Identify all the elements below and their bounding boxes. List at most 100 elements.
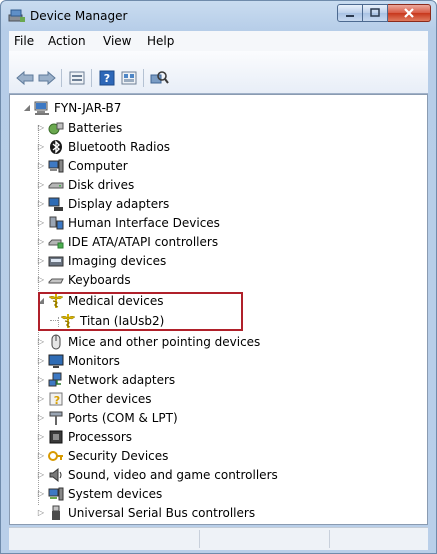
battery-icon (48, 120, 64, 136)
forward-arrow-icon[interactable] (37, 69, 57, 87)
tree-item-display-adapters[interactable]: ▷ Display adapters (36, 194, 169, 213)
help-icon[interactable]: ? (97, 69, 117, 87)
tree-item-label: Keyboards (68, 272, 131, 287)
maximize-icon (370, 8, 380, 17)
tree-item-disk-drives[interactable]: ▷ Disk drives (36, 175, 134, 194)
menu-bar: File Action View Help (9, 31, 428, 51)
expand-arrow-icon[interactable]: ▷ (36, 394, 46, 404)
tree-item-keyboards[interactable]: ▷ Keyboards (36, 270, 131, 289)
tree-item-computer[interactable]: ▷ Computer (36, 156, 128, 175)
expand-arrow-icon[interactable]: ▷ (36, 161, 46, 171)
collapse-arrow-icon[interactable]: ◢ (22, 103, 32, 113)
usb-icon (48, 505, 64, 521)
close-button[interactable] (388, 4, 431, 22)
menu-view[interactable]: View (103, 34, 131, 48)
title-bar[interactable]: Device Manager (1, 1, 436, 31)
tree-item-processors[interactable]: ▷ Processors (36, 427, 132, 446)
medical-devices-highlight (38, 292, 243, 331)
expand-arrow-icon[interactable]: ▷ (36, 256, 46, 266)
tree-item-label: Other devices (68, 391, 152, 406)
expand-arrow-icon[interactable]: ▷ (36, 470, 46, 480)
tree-item-label: System devices (68, 486, 163, 501)
system-device-icon (48, 486, 64, 502)
monitor-icon (48, 353, 64, 369)
tree-item-label: Network adapters (68, 372, 176, 387)
tree-item-label: Bluetooth Radios (68, 139, 171, 154)
tree-item-sound[interactable]: ▷ Sound, video and game controllers (36, 465, 278, 484)
tree-item-label: Processors (68, 429, 133, 444)
expand-arrow-icon[interactable]: ▷ (36, 451, 46, 461)
speaker-icon (48, 467, 64, 483)
tree-item-ports[interactable]: ▷ Ports (COM & LPT) (36, 408, 178, 427)
computer-root-icon (34, 100, 50, 116)
tree-item-batteries[interactable]: ▷ Batteries (36, 118, 122, 137)
tree-item-label: Monitors (68, 353, 120, 368)
tree-root-label: FYN-JAR-B7 (54, 100, 122, 115)
keyboard-icon (48, 272, 64, 288)
expand-arrow-icon[interactable]: ▷ (36, 337, 46, 347)
tree-item-ide[interactable]: ▷ IDE ATA/ATAPI controllers (36, 232, 218, 251)
tree-item-label: Imaging devices (68, 253, 167, 268)
expand-arrow-icon[interactable]: ▷ (36, 375, 46, 385)
tree-item-other[interactable]: ▷ ? Other devices (36, 389, 152, 408)
tree-item-system[interactable]: ▷ System devices (36, 484, 162, 503)
expand-arrow-icon[interactable]: ▷ (36, 356, 46, 366)
tree-item-label: Human Interface Devices (68, 215, 220, 230)
tree-item-network[interactable]: ▷ Network adapters (36, 370, 175, 389)
tree-item-label: Mice and other pointing devices (68, 334, 261, 349)
toolbar: ? (9, 51, 428, 94)
expand-arrow-icon[interactable]: ▷ (36, 218, 46, 228)
unknown-device-icon: ? (48, 391, 64, 407)
security-device-icon (48, 448, 64, 464)
view-icon[interactable] (119, 69, 139, 87)
tree-item-hid[interactable]: ▷ Human Interface Devices (36, 213, 220, 232)
tree-item-label: Disk drives (68, 177, 135, 192)
minimize-button[interactable] (337, 4, 363, 22)
svg-text:?: ? (104, 72, 110, 85)
menu-action[interactable]: Action (48, 34, 86, 48)
mouse-icon (48, 334, 64, 350)
expand-arrow-icon[interactable]: ▷ (36, 413, 46, 423)
tree-item-label: Ports (COM & LPT) (68, 410, 178, 425)
network-adapter-icon (48, 372, 64, 388)
tree-item-label: Batteries (68, 120, 123, 135)
menu-help[interactable]: Help (147, 34, 174, 48)
computer-icon (48, 158, 64, 174)
expand-arrow-icon[interactable]: ▷ (36, 489, 46, 499)
bluetooth-icon (48, 139, 64, 155)
svg-text:?: ? (54, 394, 60, 407)
tree-item-security[interactable]: ▷ Security Devices (36, 446, 168, 465)
expand-arrow-icon[interactable]: ▷ (36, 199, 46, 209)
processor-icon (48, 429, 64, 445)
tree-item-label: Display adapters (68, 196, 170, 211)
expand-arrow-icon[interactable]: ▷ (36, 275, 46, 285)
maximize-button[interactable] (363, 4, 388, 22)
tree-item-label: Computer (68, 158, 128, 173)
display-adapter-icon (48, 196, 64, 212)
expand-arrow-icon[interactable]: ▷ (36, 142, 46, 152)
properties-icon[interactable] (67, 69, 87, 87)
scan-hardware-icon[interactable] (149, 69, 169, 87)
menu-file[interactable]: File (14, 34, 34, 48)
close-icon (404, 8, 414, 18)
back-arrow-icon[interactable] (15, 69, 35, 87)
status-bar (9, 527, 428, 550)
tree-item-usb[interactable]: ▷ Universal Serial Bus controllers (36, 503, 255, 522)
tree-item-label: IDE ATA/ATAPI controllers (68, 234, 219, 249)
tree-item-label: Universal Serial Bus controllers (68, 505, 256, 520)
tree-item-monitors[interactable]: ▷ Monitors (36, 351, 120, 370)
imaging-device-icon (48, 253, 64, 269)
expand-arrow-icon[interactable]: ▷ (36, 180, 46, 190)
expand-arrow-icon[interactable]: ▷ (36, 432, 46, 442)
expand-arrow-icon[interactable]: ▷ (36, 123, 46, 133)
device-manager-app-icon (8, 7, 26, 23)
tree-root[interactable]: ◢ FYN-JAR-B7 (22, 98, 121, 117)
tree-item-mice[interactable]: ▷ Mice and other pointing devices (36, 332, 260, 351)
minimize-icon (346, 15, 354, 17)
tree-item-bluetooth[interactable]: ▷ Bluetooth Radios (36, 137, 170, 156)
hid-icon (48, 215, 64, 231)
tree-item-imaging[interactable]: ▷ Imaging devices (36, 251, 166, 270)
window-title: Device Manager (30, 9, 128, 23)
expand-arrow-icon[interactable]: ▷ (36, 237, 46, 247)
expand-arrow-icon[interactable]: ▷ (36, 508, 46, 518)
